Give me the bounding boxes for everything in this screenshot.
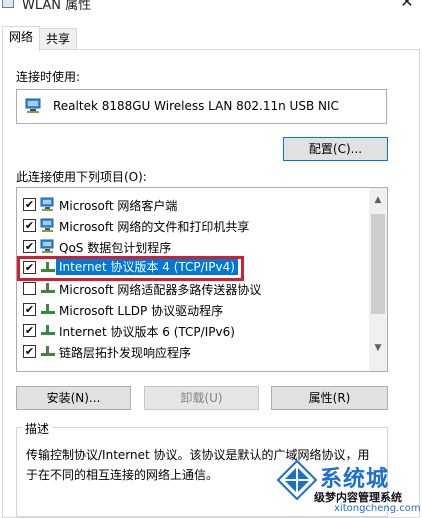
close-button[interactable]: ✕ <box>392 0 422 12</box>
item-checkbox[interactable]: ✔ <box>23 303 36 316</box>
windows-logo-icon <box>276 459 318 501</box>
list-item[interactable]: ✔ 链路层拓扑发现响应程序 <box>17 341 369 361</box>
watermark-url: xitongcheng.com <box>334 503 421 514</box>
item-label: QoS 数据包计划程序 <box>59 241 172 255</box>
item-label: Microsoft LLDP 协议驱动程序 <box>59 304 224 318</box>
item-checkbox[interactable]: ✔ <box>23 219 36 232</box>
item-checkbox[interactable]: ✔ <box>23 324 36 337</box>
description-legend: 描述 <box>22 420 53 437</box>
tab-sharing[interactable]: 共享 <box>39 28 78 50</box>
wlan-properties-window: WLAN 属性 ✕ 网络 共享 连接时使用: Realtek 8188GU Wi… <box>0 0 422 518</box>
protocol-icon <box>41 346 55 356</box>
protocol-icon <box>41 304 55 314</box>
network-client-icon <box>40 239 54 253</box>
install-button[interactable]: 安装(N)... <box>16 386 131 410</box>
item-label: Microsoft 网络客户端 <box>59 199 178 213</box>
list-item[interactable]: ✔ Microsoft LLDP 协议驱动程序 <box>17 299 369 319</box>
list-scrollbar[interactable]: ▲ ▼ <box>369 188 387 371</box>
protocol-icon <box>41 283 55 293</box>
item-checkbox[interactable] <box>23 282 36 295</box>
network-adapter-icon <box>25 98 41 113</box>
site-watermark: 系统城 级梦内容管理系统 xitongcheng.com <box>270 455 422 518</box>
tab-networking[interactable]: 网络 <box>2 26 41 51</box>
item-label: Internet 协议版本 6 (TCP/IPv6) <box>59 325 235 339</box>
scroll-thumb[interactable] <box>371 214 385 314</box>
title-bar: WLAN 属性 ✕ <box>0 0 422 18</box>
item-checkbox[interactable]: ✔ <box>23 345 36 358</box>
adapter-name: Realtek 8188GU Wireless LAN 802.11n USB … <box>53 99 339 113</box>
items-label: 此连接使用下列项目(O): <box>16 170 147 184</box>
list-item[interactable]: ✔ QoS 数据包计划程序 <box>17 236 369 256</box>
list-item[interactable]: ✔ Internet 协议版本 6 (TCP/IPv6) <box>17 320 369 340</box>
list-item[interactable]: ✔ Microsoft 网络客户端 <box>17 194 369 214</box>
item-label: Microsoft 网络适配器多路传送器协议 <box>59 283 262 297</box>
list-item[interactable]: ✔ Microsoft 网络的文件和打印机共享 <box>17 215 369 235</box>
uninstall-button[interactable]: 卸载(U) <box>144 386 259 410</box>
item-checkbox[interactable]: ✔ <box>23 198 36 211</box>
connect-using-label: 连接时使用: <box>16 70 81 84</box>
configure-button[interactable]: 配置(C)... <box>283 137 388 161</box>
protocol-icon <box>41 325 55 335</box>
scroll-up-icon[interactable]: ▲ <box>369 192 387 208</box>
window-icon <box>2 0 14 8</box>
properties-button[interactable]: 属性(R) <box>271 386 388 410</box>
tab-strip: 网络 共享 <box>2 26 422 51</box>
list-item[interactable]: Microsoft 网络适配器多路传送器协议 <box>17 278 369 298</box>
highlight-annotation <box>17 256 244 281</box>
network-client-icon <box>40 197 54 211</box>
adapter-box: Realtek 8188GU Wireless LAN 802.11n USB … <box>16 89 387 124</box>
window-title: WLAN 属性 <box>22 0 92 13</box>
network-client-icon <box>40 218 54 232</box>
item-checkbox[interactable]: ✔ <box>23 240 36 253</box>
scroll-down-icon[interactable]: ▼ <box>369 340 387 356</box>
item-label: Microsoft 网络的文件和打印机共享 <box>59 220 250 234</box>
item-label: 链路层拓扑发现响应程序 <box>59 346 192 360</box>
